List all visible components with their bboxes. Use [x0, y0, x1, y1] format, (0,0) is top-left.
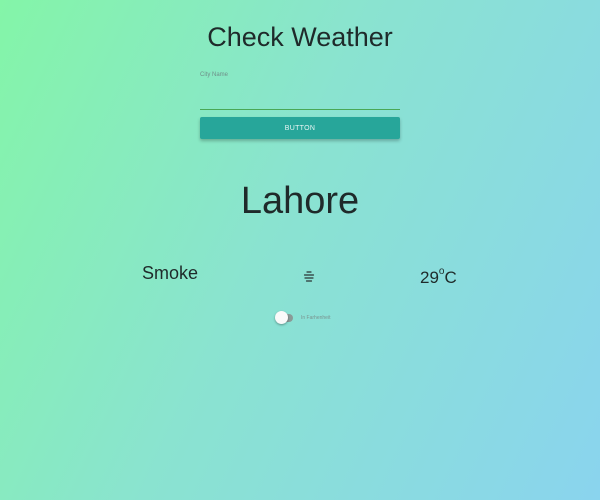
temperature-unit: C [444, 268, 457, 287]
check-weather-button[interactable]: BUTTON [200, 117, 400, 139]
temperature-value: 29 [420, 268, 439, 287]
city-name: Lahore [240, 180, 360, 222]
toggle-track[interactable] [275, 311, 293, 324]
fahrenheit-toggle[interactable]: In Farhenheit [275, 311, 331, 325]
weather-condition: Smoke [141, 263, 199, 283]
temperature-readout: 29oC [420, 266, 460, 288]
toggle-thumb[interactable] [275, 311, 288, 324]
city-name-input[interactable] [200, 84, 400, 110]
degree-symbol: o [438, 266, 445, 278]
weather-app: Check Weather City Name BUTTON Lahore Sm… [0, 0, 600, 500]
haze-icon [303, 271, 315, 282]
page-title: Check Weather [207, 22, 393, 52]
toggle-label: In Farhenheit [301, 315, 331, 321]
city-name-field: City Name [200, 70, 400, 112]
city-name-label: City Name [200, 72, 229, 78]
